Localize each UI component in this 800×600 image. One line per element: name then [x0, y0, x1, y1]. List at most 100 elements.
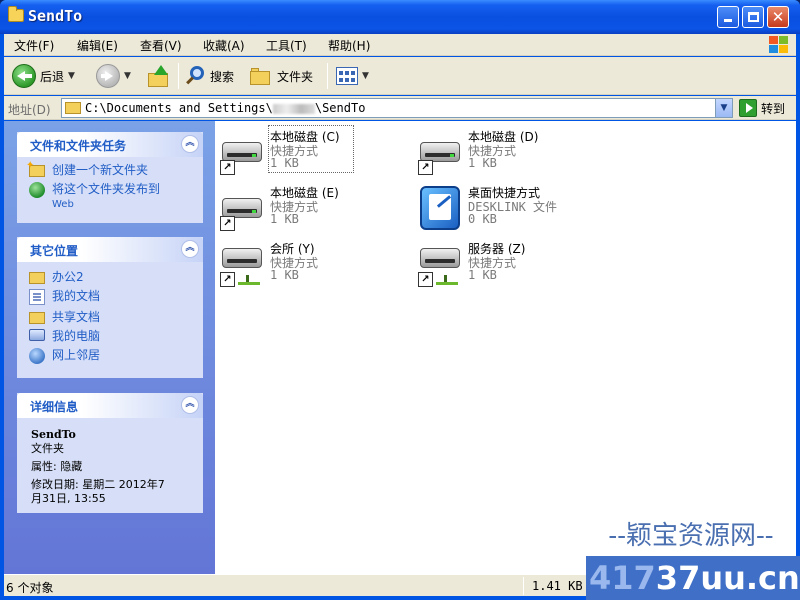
search-label: 搜索 [210, 69, 235, 84]
collapse-icon[interactable]: ︽ [181, 396, 199, 414]
search-button[interactable]: 搜索 [186, 62, 234, 90]
collapse-icon[interactable]: ︽ [181, 135, 199, 153]
panel-header[interactable]: 文件和文件夹任务 ︽ [17, 132, 203, 157]
views-button[interactable]: ▼ [336, 62, 369, 90]
chevron-down-icon: ▼ [68, 71, 75, 81]
collapse-icon[interactable]: ︽ [181, 240, 199, 258]
place-item-network[interactable]: 网上邻居 [29, 348, 193, 364]
minimize-button[interactable] [717, 6, 739, 28]
menu-view[interactable]: 查看(V) [140, 37, 182, 54]
file-item-drive-e[interactable]: ↗ 本地磁盘 (E) 快捷方式 1 KB [218, 184, 418, 234]
total-size: 1.41 KB [532, 579, 583, 593]
panel-header[interactable]: 详细信息 ︽ [17, 393, 203, 418]
web-publish-icon [29, 182, 45, 198]
network-drive-shortcut-icon: ↗ [218, 242, 266, 290]
details-modified-cont: 月31日, 13:55 [31, 492, 106, 505]
menu-edit[interactable]: 编辑(E) [77, 37, 118, 54]
file-item-desktop-shortcut[interactable]: 桌面快捷方式 DESKLINK 文件 0 KB [416, 184, 616, 234]
go-label: 转到 [761, 101, 786, 116]
toolbar: 后退 ▼ ▼ 搜索 文件夹 ▼ [4, 57, 796, 95]
drive-shortcut-icon: ↗ [218, 130, 266, 178]
file-item-drive-d[interactable]: ↗ 本地磁盘 (D) 快捷方式 1 KB [416, 128, 616, 178]
folder-icon [29, 272, 45, 284]
folders-icon [250, 67, 272, 85]
forward-arrow-icon [96, 64, 120, 88]
folders-label: 文件夹 [277, 69, 314, 84]
file-tasks-panel: 文件和文件夹任务 ︽ 创建一个新文件夹 将这个文件夹发布到Web [17, 132, 203, 223]
other-places-panel: 其它位置 ︽ 办公2 我的文档 共享文档 我的电脑 网上邻居 [17, 237, 203, 378]
file-size: 1 KB [468, 156, 497, 170]
place-item-my-computer[interactable]: 我的电脑 [29, 329, 193, 343]
explorer-window: SendTo ✕ 文件(F) 编辑(E) 查看(V) 收藏(A) 工具(T) 帮… [0, 0, 800, 600]
folder-up-icon [148, 65, 170, 87]
folders-button[interactable]: 文件夹 [250, 62, 313, 90]
close-icon: ✕ [771, 8, 785, 26]
place-item-shared-documents[interactable]: 共享文档 [29, 310, 193, 324]
minimize-icon [724, 19, 732, 22]
place-label: 共享文档 [52, 310, 101, 324]
file-item-drive-c[interactable]: ↗ 本地磁盘 (C) 快捷方式 1 KB [218, 125, 418, 178]
maximize-button[interactable] [742, 6, 764, 28]
place-label: 办公2 [52, 270, 84, 284]
go-arrow-icon [739, 99, 757, 117]
place-label: 我的电脑 [52, 329, 101, 343]
place-item-my-documents[interactable]: 我的文档 [29, 289, 193, 305]
details-modified: 修改日期: 星期二 2012年7 [31, 478, 165, 491]
file-size: 0 KB [468, 212, 497, 226]
task-new-folder[interactable]: 创建一个新文件夹 [26, 159, 193, 177]
network-drive-shortcut-icon: ↗ [416, 242, 464, 290]
drive-shortcut-icon: ↗ [416, 130, 464, 178]
chevron-down-icon: ▼ [124, 71, 131, 81]
redacted-username [272, 103, 315, 114]
menu-favorites[interactable]: 收藏(A) [203, 37, 245, 54]
watermark-url: 41737uu.cn [586, 556, 800, 600]
toolbar-separator [327, 63, 328, 89]
menu-tools[interactable]: 工具(T) [266, 37, 307, 54]
file-size: 1 KB [270, 212, 299, 226]
computer-icon [29, 329, 45, 341]
desklink-icon [416, 186, 464, 234]
folder-icon [8, 6, 24, 22]
windows-logo-icon [768, 35, 788, 53]
chevron-down-icon: ▼ [362, 71, 369, 81]
menu-file[interactable]: 文件(F) [14, 37, 54, 54]
forward-button[interactable]: ▼ [96, 62, 131, 90]
shared-folder-icon [29, 312, 45, 324]
close-button[interactable]: ✕ [767, 6, 789, 28]
details-panel: 详细信息 ︽ SendTo 文件夹 属性: 隐藏 修改日期: 星期二 2012年… [17, 393, 203, 513]
back-arrow-icon [12, 64, 36, 88]
file-item-network-z[interactable]: ↗ 服务器 (Z) 快捷方式 1 KB [416, 240, 616, 290]
task-pane: 文件和文件夹任务 ︽ 创建一个新文件夹 将这个文件夹发布到Web 其它位置 ︽ [4, 121, 215, 574]
task-label: 创建一个新文件夹 [52, 163, 149, 177]
place-label: 网上邻居 [52, 348, 101, 362]
drive-shortcut-icon: ↗ [218, 186, 266, 234]
back-label: 后退 [40, 69, 65, 84]
panel-title: 详细信息 [30, 400, 79, 414]
watermark-title: --颖宝资源网-- [586, 520, 796, 554]
search-icon [186, 66, 206, 86]
folder-icon [65, 102, 81, 114]
back-button[interactable]: 后退 ▼ [12, 62, 75, 90]
details-attributes: 属性: 隐藏 [31, 460, 83, 473]
menu-help[interactable]: 帮助(H) [328, 37, 370, 54]
documents-icon [29, 289, 45, 305]
task-publish-web[interactable]: 将这个文件夹发布到 Web [29, 182, 193, 212]
file-list[interactable]: ↗ 本地磁盘 (C) 快捷方式 1 KB ↗ 本地磁盘 (D) 快捷方式 1 K… [215, 121, 796, 574]
file-item-network-y[interactable]: ↗ 会所 (Y) 快捷方式 1 KB [218, 240, 418, 290]
place-label: 我的文档 [52, 289, 101, 303]
details-kind: 文件夹 [31, 442, 64, 455]
address-label: 地址(D) [8, 103, 51, 117]
details-name: SendTo [31, 428, 76, 441]
go-button[interactable]: 转到 [739, 98, 785, 118]
up-button[interactable] [148, 62, 170, 90]
title-bar[interactable]: SendTo ✕ [0, 0, 800, 34]
views-icon [336, 67, 358, 85]
place-item-office2[interactable]: 办公2 [29, 270, 193, 284]
address-dropdown-button[interactable]: ▼ [715, 99, 732, 117]
panel-header[interactable]: 其它位置 ︽ [17, 237, 203, 262]
address-bar: 地址(D) C:\Documents and Settings\ \SendTo … [4, 96, 796, 120]
address-input[interactable]: C:\Documents and Settings\ \SendTo ▼ [61, 98, 733, 118]
task-label: 将这个文件夹发布到 Web [52, 182, 161, 210]
toolbar-separator [178, 63, 179, 89]
panel-title: 其它位置 [30, 244, 79, 258]
